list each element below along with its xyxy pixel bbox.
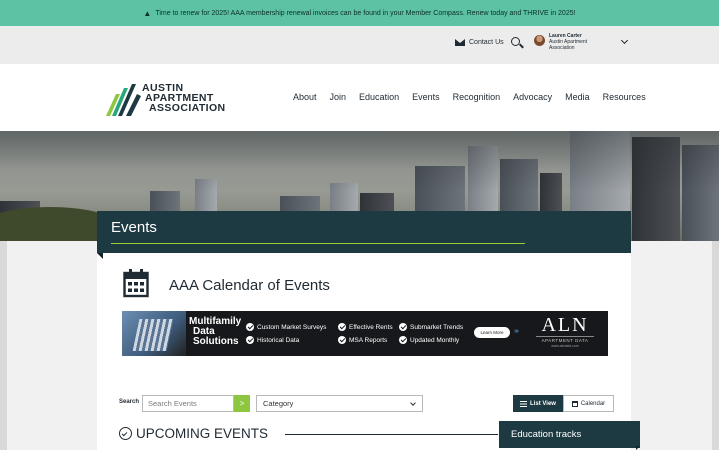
logo-wordmark: AUSTIN APARTMENT ASSOCIATION [142,83,226,114]
user-org-line2: Association [549,45,575,51]
nav-events[interactable]: Events [412,92,440,102]
list-view-label: List View [530,400,556,407]
upcoming-events-heading: UPCOMING EVENTS [119,426,268,441]
user-menu[interactable]: Lauren Carter Austin Apartment Associati… [549,33,587,51]
check-circle-icon [399,323,407,331]
renewal-alert-bar[interactable]: ▲ Time to renew for 2025! AAA membership… [0,0,719,26]
heading-rule [285,434,498,435]
ad-feature-text: Submarket Trends [410,323,464,331]
title-underline [111,243,525,244]
utility-bar [0,26,719,64]
search-label: Search [119,399,140,405]
ad-building-photo [122,311,186,356]
calendar-heading: AAA Calendar of Events [169,277,330,294]
ad-headline: Multifamily Data Solutions [189,317,241,347]
upcoming-events-title: UPCOMING EVENTS [136,426,269,441]
contact-us-label: Contact Us [469,39,504,46]
list-icon [520,400,528,407]
calendar-icon [123,269,149,298]
envelope-icon [455,39,465,46]
check-circle-icon [399,336,407,344]
ad-feature-text: Historical Data [257,336,300,344]
check-circle-icon [246,323,254,331]
ad-feature-text: MSA Reports [349,336,388,344]
events-banner: Events [97,211,631,253]
nav-about[interactable]: About [293,92,317,102]
category-select[interactable]: Category [256,395,423,412]
check-circle-icon [246,336,254,344]
ad-feature: Custom Market Surveys [246,323,326,331]
aln-brand: ALN [541,314,589,336]
ad-feature: Effective Rents [338,323,393,331]
ad-feature: Submarket Trends [399,323,463,331]
aln-brand-sub: APARTMENT DATA [536,336,594,343]
aln-logo: ALN APARTMENT DATA www.alndata.com [536,314,594,352]
category-select-value: Category [263,399,294,408]
nav-media[interactable]: Media [565,92,590,102]
ad-feature-text: Updated Monthly [410,336,460,344]
nav-resources[interactable]: Resources [603,92,646,102]
search-input[interactable] [142,395,234,412]
page-side-left [0,241,7,450]
page-gutter-left [7,241,97,450]
check-circle-icon [338,323,346,331]
check-circle-icon [119,427,132,440]
search-submit-button[interactable]: > [234,395,250,412]
logo-mark-icon [106,84,141,116]
search-icon[interactable] [510,35,524,51]
nav-join[interactable]: Join [330,92,347,102]
calendar-view-button[interactable]: Calendar [563,395,614,412]
ad-feature-text: Custom Market Surveys [257,323,327,331]
ad-feature: Updated Monthly [399,336,459,344]
contact-us-link[interactable]: Contact Us [455,39,504,46]
list-view-button[interactable]: List View [513,395,563,412]
logo-line-3: ASSOCIATION [149,102,226,114]
page-side-right [712,241,719,450]
page-gutter-right [631,241,712,450]
check-circle-icon [338,336,346,344]
main-nav: About Join Education Events Recognition … [293,92,659,102]
page-title: Events [111,219,157,236]
nav-advocacy[interactable]: Advocacy [513,92,552,102]
learn-more-button[interactable]: Learn More [474,327,510,338]
nav-education[interactable]: Education [359,92,399,102]
alert-text: Time to renew for 2025! AAA membership r… [155,9,576,17]
avatar[interactable] [534,35,545,46]
nav-recognition[interactable]: Recognition [453,92,501,102]
warning-icon: ▲ [143,8,152,18]
banner-corner-fold [97,253,103,259]
chevron-down-icon [410,400,416,406]
ad-feature-text: Effective Rents [349,323,393,331]
ad-headline-line-3: Solutions [193,336,239,347]
site-header: AUSTIN APARTMENT ASSOCIATION About Join … [0,64,719,132]
tab-corner-fold [636,446,640,450]
site-logo[interactable]: AUSTIN APARTMENT ASSOCIATION [104,82,234,122]
triple-chevron-icon: ››› [514,328,519,335]
ad-feature: Historical Data [246,336,299,344]
calendar-view-label: Calendar [580,400,606,407]
ad-feature: MSA Reports [338,336,387,344]
education-tracks-tab[interactable]: Education tracks [499,421,640,448]
aln-brand-url: www.alndata.com [551,344,579,348]
calendar-small-icon [571,400,578,407]
